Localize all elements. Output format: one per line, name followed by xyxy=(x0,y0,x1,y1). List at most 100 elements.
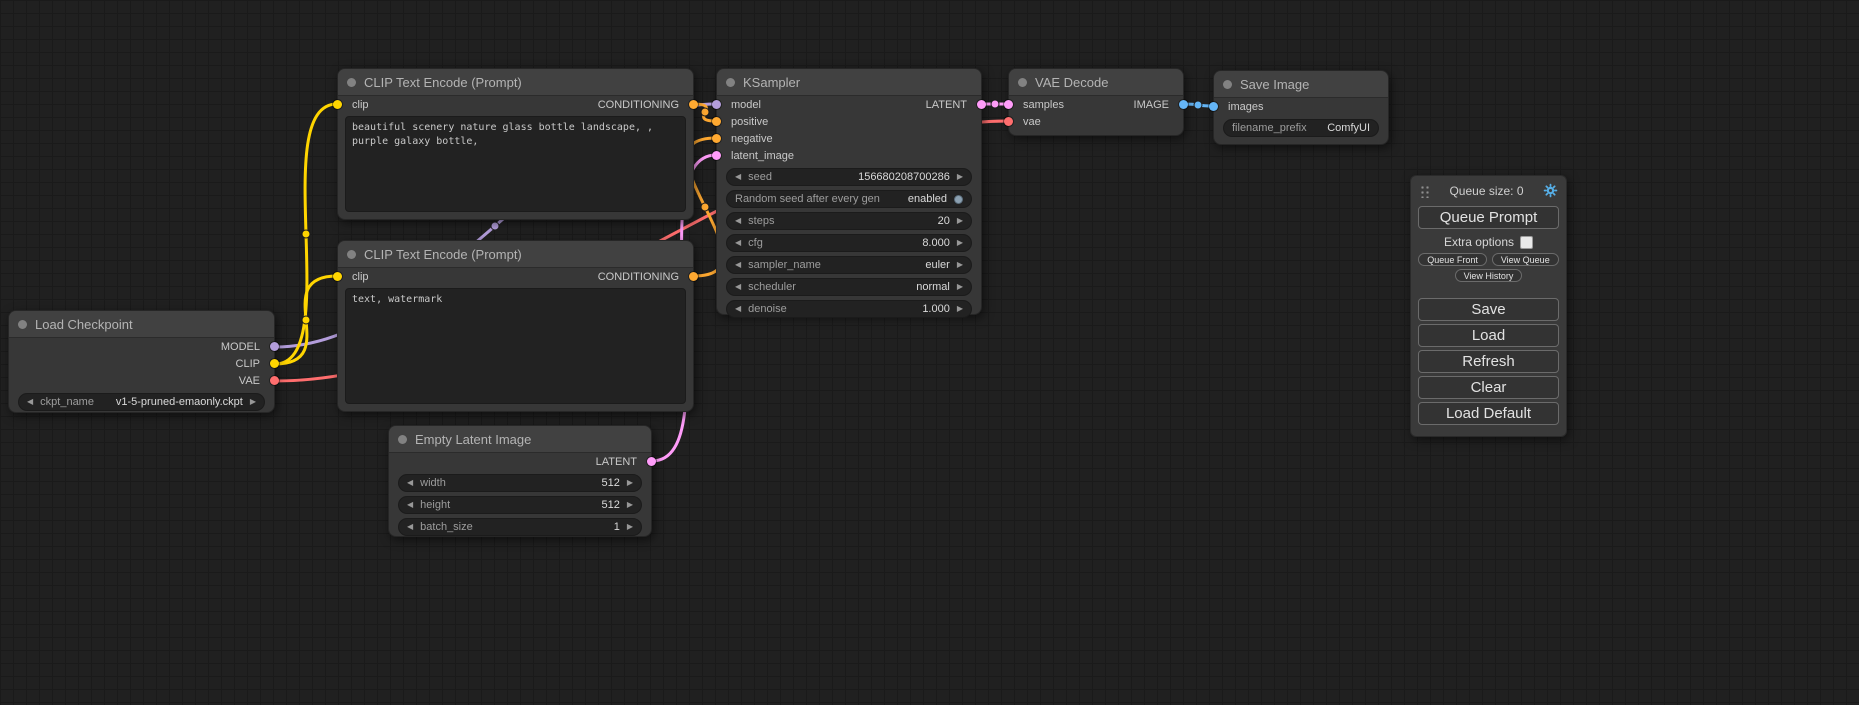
save-button[interactable]: Save xyxy=(1418,298,1559,321)
latent-slot-dot-icon[interactable] xyxy=(977,100,986,109)
node-title-bar[interactable]: VAE Decode xyxy=(1009,69,1183,96)
increment-arrow-icon[interactable]: ▶ xyxy=(627,501,633,509)
decrement-arrow-icon[interactable]: ◀ xyxy=(407,479,413,487)
input-slot-positive[interactable]: positive xyxy=(727,116,768,128)
output-slot-image[interactable]: IMAGE xyxy=(1134,99,1173,111)
increment-arrow-icon[interactable]: ▶ xyxy=(957,217,963,225)
node-graph-canvas[interactable]: Load Checkpoint MODEL CLIP VAE ◀ ckpt_na… xyxy=(0,0,1859,705)
increment-arrow-icon[interactable]: ▶ xyxy=(627,479,633,487)
settings-gear-icon[interactable] xyxy=(1543,183,1558,198)
collapse-dot-icon[interactable] xyxy=(726,78,735,87)
widget-height[interactable]: ◀ height 512 ▶ xyxy=(398,496,642,514)
node-title-bar[interactable]: Load Checkpoint xyxy=(9,311,274,338)
decrement-arrow-icon[interactable]: ◀ xyxy=(735,173,741,181)
widget-ckpt-name[interactable]: ◀ ckpt_name v1-5-pruned-emaonly.ckpt ▶ xyxy=(18,393,265,411)
node-vae-decode[interactable]: VAE Decode samples IMAGE vae xyxy=(1008,68,1184,136)
model-slot-dot-icon[interactable] xyxy=(270,342,279,351)
node-title-bar[interactable]: CLIP Text Encode (Prompt) xyxy=(338,69,693,96)
vae-slot-dot-icon[interactable] xyxy=(270,376,279,385)
collapse-dot-icon[interactable] xyxy=(1223,80,1232,89)
node-load-checkpoint[interactable]: Load Checkpoint MODEL CLIP VAE ◀ ckpt_na… xyxy=(8,310,275,413)
node-ksampler[interactable]: KSampler model LATENT positive negative xyxy=(716,68,982,315)
queue-front-button[interactable]: Queue Front xyxy=(1418,253,1487,266)
latent-slot-dot-icon[interactable] xyxy=(1004,100,1013,109)
output-slot-latent[interactable]: LATENT xyxy=(596,456,641,468)
input-slot-images[interactable]: images xyxy=(1224,101,1263,113)
conditioning-slot-dot-icon[interactable] xyxy=(689,100,698,109)
output-slot-conditioning[interactable]: CONDITIONING xyxy=(598,99,683,111)
collapse-dot-icon[interactable] xyxy=(398,435,407,444)
decrement-arrow-icon[interactable]: ◀ xyxy=(735,283,741,291)
clip-slot-dot-icon[interactable] xyxy=(270,359,279,368)
node-title-bar[interactable]: CLIP Text Encode (Prompt) xyxy=(338,241,693,268)
increment-arrow-icon[interactable]: ▶ xyxy=(957,283,963,291)
collapse-dot-icon[interactable] xyxy=(1018,78,1027,87)
decrement-arrow-icon[interactable]: ◀ xyxy=(735,261,741,269)
decrement-arrow-icon[interactable]: ◀ xyxy=(407,501,413,509)
node-title-bar[interactable]: Empty Latent Image xyxy=(389,426,651,453)
latent-slot-dot-icon[interactable] xyxy=(712,151,721,160)
decrement-arrow-icon[interactable]: ◀ xyxy=(735,305,741,313)
image-slot-dot-icon[interactable] xyxy=(1179,100,1188,109)
queue-prompt-button[interactable]: Queue Prompt xyxy=(1418,206,1559,229)
output-slot-conditioning[interactable]: CONDITIONING xyxy=(598,271,683,283)
decrement-arrow-icon[interactable]: ◀ xyxy=(407,523,413,531)
conditioning-slot-dot-icon[interactable] xyxy=(712,117,721,126)
load-button[interactable]: Load xyxy=(1418,324,1559,347)
widget-width[interactable]: ◀ width 512 ▶ xyxy=(398,474,642,492)
input-slot-clip[interactable]: clip xyxy=(348,99,369,111)
increment-arrow-icon[interactable]: ▶ xyxy=(957,305,963,313)
widget-filename-prefix[interactable]: filename_prefix ComfyUI xyxy=(1223,119,1379,137)
widget-denoise[interactable]: ◀ denoise 1.000 ▶ xyxy=(726,300,972,318)
prompt-textarea[interactable]: beautiful scenery nature glass bottle la… xyxy=(345,116,686,212)
widget-random-seed-toggle[interactable]: Random seed after every gen enabled xyxy=(726,190,972,208)
queue-menu-panel[interactable]: Queue size: 0 Queue Prompt Extra options… xyxy=(1410,175,1567,437)
conditioning-slot-dot-icon[interactable] xyxy=(689,272,698,281)
node-empty-latent-image[interactable]: Empty Latent Image LATENT ◀ width 512 ▶ … xyxy=(388,425,652,537)
toggle-indicator-icon[interactable] xyxy=(954,195,963,204)
prompt-textarea[interactable]: text, watermark xyxy=(345,288,686,404)
node-save-image[interactable]: Save Image images filename_prefix ComfyU… xyxy=(1213,70,1389,145)
load-default-button[interactable]: Load Default xyxy=(1418,402,1559,425)
collapse-dot-icon[interactable] xyxy=(347,78,356,87)
conditioning-slot-dot-icon[interactable] xyxy=(712,134,721,143)
clip-slot-dot-icon[interactable] xyxy=(333,100,342,109)
node-clip-text-encode-negative[interactable]: CLIP Text Encode (Prompt) clip CONDITION… xyxy=(337,240,694,412)
output-slot-vae[interactable]: VAE xyxy=(239,375,264,387)
increment-arrow-icon[interactable]: ▶ xyxy=(627,523,633,531)
view-queue-button[interactable]: View Queue xyxy=(1492,253,1559,266)
increment-arrow-icon[interactable]: ▶ xyxy=(957,173,963,181)
clear-button[interactable]: Clear xyxy=(1418,376,1559,399)
model-slot-dot-icon[interactable] xyxy=(712,100,721,109)
node-title-bar[interactable]: KSampler xyxy=(717,69,981,96)
input-slot-vae[interactable]: vae xyxy=(1019,116,1041,128)
widget-steps[interactable]: ◀ steps 20 ▶ xyxy=(726,212,972,230)
vae-slot-dot-icon[interactable] xyxy=(1004,117,1013,126)
decrement-arrow-icon[interactable]: ◀ xyxy=(735,239,741,247)
increment-arrow-icon[interactable]: ▶ xyxy=(957,261,963,269)
collapse-dot-icon[interactable] xyxy=(18,320,27,329)
clip-slot-dot-icon[interactable] xyxy=(333,272,342,281)
increment-arrow-icon[interactable]: ▶ xyxy=(957,239,963,247)
widget-batch-size[interactable]: ◀ batch_size 1 ▶ xyxy=(398,518,642,536)
increment-arrow-icon[interactable]: ▶ xyxy=(250,398,256,406)
input-slot-negative[interactable]: negative xyxy=(727,133,773,145)
extra-options-checkbox[interactable] xyxy=(1520,236,1533,249)
widget-seed[interactable]: ◀ seed 156680208700286 ▶ xyxy=(726,168,972,186)
latent-slot-dot-icon[interactable] xyxy=(647,457,656,466)
widget-scheduler[interactable]: ◀ scheduler normal ▶ xyxy=(726,278,972,296)
output-slot-clip[interactable]: CLIP xyxy=(236,358,264,370)
input-slot-samples[interactable]: samples xyxy=(1019,99,1064,111)
input-slot-model[interactable]: model xyxy=(727,99,761,111)
refresh-button[interactable]: Refresh xyxy=(1418,350,1559,373)
output-slot-latent[interactable]: LATENT xyxy=(926,99,971,111)
decrement-arrow-icon[interactable]: ◀ xyxy=(27,398,33,406)
image-slot-dot-icon[interactable] xyxy=(1209,102,1218,111)
collapse-dot-icon[interactable] xyxy=(347,250,356,259)
drag-handle-icon[interactable] xyxy=(1419,184,1430,198)
node-clip-text-encode-positive[interactable]: CLIP Text Encode (Prompt) clip CONDITION… xyxy=(337,68,694,220)
decrement-arrow-icon[interactable]: ◀ xyxy=(735,217,741,225)
view-history-button[interactable]: View History xyxy=(1455,269,1523,282)
widget-sampler-name[interactable]: ◀ sampler_name euler ▶ xyxy=(726,256,972,274)
output-slot-model[interactable]: MODEL xyxy=(221,341,264,353)
